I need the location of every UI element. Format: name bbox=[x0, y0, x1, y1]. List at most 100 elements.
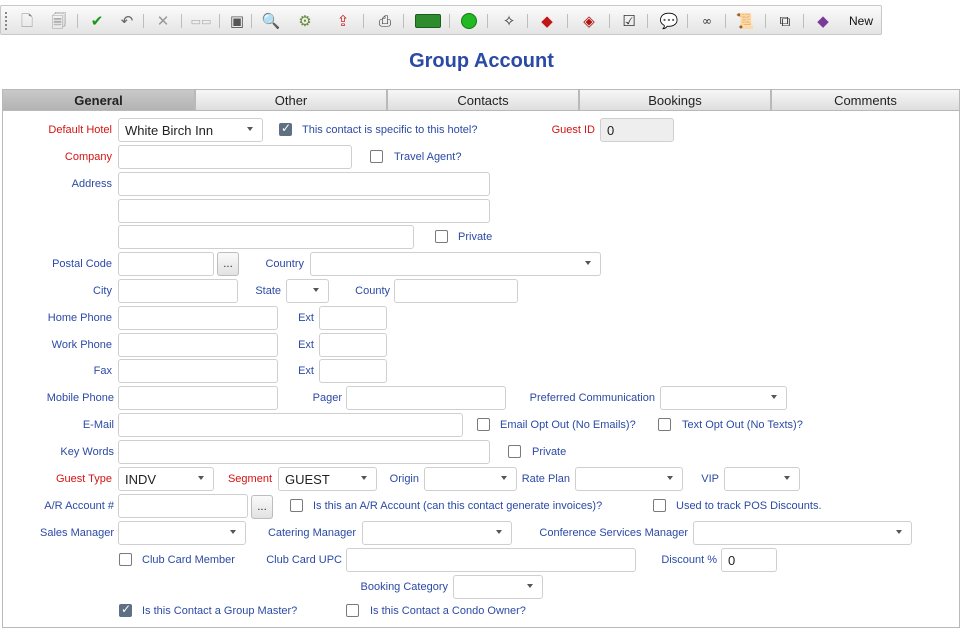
chevron-down-icon bbox=[784, 476, 790, 480]
ar-account-label: A/R Account # bbox=[44, 500, 114, 512]
company-field[interactable] bbox=[118, 145, 352, 169]
county-field[interactable] bbox=[394, 279, 518, 303]
ar-account-field[interactable] bbox=[118, 494, 248, 518]
home-ext-label: Ext bbox=[298, 312, 314, 324]
grip-icon[interactable] bbox=[5, 12, 8, 30]
chevron-down-icon bbox=[247, 127, 253, 131]
booking-category-select[interactable] bbox=[453, 575, 543, 599]
key-words-field[interactable] bbox=[118, 440, 490, 464]
toolbar: 🗋 🗐 ✔ ↶ ✕ ▭▭ ▣ 🔍 ⚙ ⇪ ⎙ ✧ ◆ ◈ ☑ 💬 ∞ 📜 ⧉ ◆… bbox=[0, 5, 882, 35]
address-line-1-field[interactable] bbox=[118, 172, 490, 196]
guest-type-select[interactable]: INDV bbox=[118, 467, 214, 491]
toolbar-separator bbox=[143, 14, 144, 28]
origin-select[interactable] bbox=[424, 467, 517, 491]
tab-bookings[interactable]: Bookings bbox=[579, 89, 771, 111]
money-gear-icon[interactable]: ⚙ bbox=[293, 9, 317, 33]
search-plus-icon[interactable]: 🔍 bbox=[259, 9, 283, 33]
pages-icon[interactable]: ⧉ bbox=[773, 9, 797, 33]
vip-label: VIP bbox=[701, 473, 719, 485]
binoculars-icon[interactable]: ∞ bbox=[695, 9, 719, 33]
copy-doc-icon[interactable]: 🗐 bbox=[47, 9, 71, 33]
chat-bubble-icon[interactable]: 💬 bbox=[657, 9, 681, 33]
new-button[interactable]: New bbox=[843, 9, 879, 33]
city-field[interactable] bbox=[118, 279, 238, 303]
toolbar-separator bbox=[527, 14, 528, 28]
guest-id-field[interactable]: 0 bbox=[600, 118, 674, 142]
home-phone-field[interactable] bbox=[118, 306, 278, 330]
discount-field[interactable]: 0 bbox=[721, 548, 777, 572]
email-field[interactable] bbox=[118, 413, 463, 437]
scroll-icon[interactable]: 📜 bbox=[733, 9, 757, 33]
guest-type-label: Guest Type bbox=[55, 473, 112, 485]
address-label: Address bbox=[71, 178, 112, 190]
discount-label: Discount % bbox=[661, 554, 717, 566]
fax-ext-label: Ext bbox=[298, 365, 314, 377]
tab-contacts[interactable]: Contacts bbox=[387, 89, 579, 111]
undo-icon[interactable]: ↶ bbox=[115, 9, 139, 33]
tab-comments[interactable]: Comments bbox=[771, 89, 960, 111]
book-stack-icon[interactable]: ◈ bbox=[577, 9, 601, 33]
book-icon[interactable]: ◆ bbox=[535, 9, 559, 33]
default-hotel-select[interactable]: White Birch Inn bbox=[118, 118, 263, 142]
travel-agent-checkbox[interactable] bbox=[370, 150, 383, 163]
save-check-icon[interactable]: ✔ bbox=[85, 9, 109, 33]
new-doc-icon[interactable]: 🗋 bbox=[15, 9, 39, 33]
catering-manager-select[interactable] bbox=[362, 521, 512, 545]
club-card-member-checkbox[interactable] bbox=[119, 553, 132, 566]
ar-invoice-checkbox[interactable] bbox=[290, 499, 303, 512]
state-select[interactable] bbox=[286, 279, 329, 303]
toolbar-separator bbox=[219, 14, 220, 28]
preferred-communication-label: Preferred Communication bbox=[529, 392, 655, 404]
postal-lookup-button[interactable]: ... bbox=[217, 252, 239, 276]
wand-icon[interactable]: ✧ bbox=[497, 9, 521, 33]
address-private-checkbox[interactable] bbox=[435, 230, 448, 243]
pager-field[interactable] bbox=[346, 386, 506, 410]
key-words-private-checkbox[interactable] bbox=[508, 445, 521, 458]
home-ext-field[interactable] bbox=[319, 306, 387, 330]
fax-ext-field[interactable] bbox=[319, 359, 387, 383]
export-icon[interactable]: ⇪ bbox=[331, 9, 355, 33]
mobile-phone-field[interactable] bbox=[118, 386, 278, 410]
club-card-upc-field[interactable] bbox=[346, 548, 636, 572]
email-opt-out-checkbox[interactable] bbox=[477, 418, 490, 431]
postal-code-field[interactable] bbox=[118, 252, 214, 276]
preferred-communication-select[interactable] bbox=[660, 386, 787, 410]
country-select[interactable] bbox=[310, 252, 601, 276]
calculator-icon[interactable]: ▣ bbox=[225, 9, 249, 33]
rate-plan-select[interactable] bbox=[575, 467, 683, 491]
fax-field[interactable] bbox=[118, 359, 278, 383]
tag-icon[interactable]: ◆ bbox=[811, 9, 835, 33]
cards-icon[interactable]: ▭▭ bbox=[189, 9, 213, 33]
condo-owner-checkbox[interactable] bbox=[346, 604, 359, 617]
cash-icon[interactable] bbox=[413, 9, 443, 33]
club-card-member-label: Club Card Member bbox=[142, 554, 235, 566]
address-line-2-field[interactable] bbox=[118, 199, 490, 223]
toolbar-separator bbox=[803, 14, 804, 28]
vip-select[interactable] bbox=[724, 467, 800, 491]
pos-discount-checkbox[interactable] bbox=[653, 499, 666, 512]
tab-general[interactable]: General bbox=[2, 89, 195, 111]
sales-manager-select[interactable] bbox=[118, 521, 246, 545]
smiley-icon[interactable] bbox=[457, 9, 481, 33]
ar-invoice-label: Is this an A/R Account (can this contact… bbox=[313, 500, 603, 512]
clipboard-check-icon[interactable]: ☑ bbox=[617, 9, 641, 33]
catering-manager-label: Catering Manager bbox=[267, 527, 356, 539]
work-phone-field[interactable] bbox=[118, 333, 278, 357]
print-report-icon[interactable]: ⎙ bbox=[373, 9, 397, 33]
chevron-down-icon bbox=[527, 584, 533, 588]
text-opt-out-checkbox[interactable] bbox=[658, 418, 671, 431]
chevron-down-icon bbox=[585, 261, 591, 265]
conference-services-manager-select[interactable] bbox=[693, 521, 912, 545]
toolbar-separator bbox=[181, 14, 182, 28]
ar-account-lookup-button[interactable]: ... bbox=[251, 495, 273, 519]
toolbar-separator bbox=[647, 14, 648, 28]
segment-select[interactable]: GUEST bbox=[278, 467, 377, 491]
delete-x-icon[interactable]: ✕ bbox=[151, 9, 175, 33]
tab-other[interactable]: Other bbox=[195, 89, 387, 111]
travel-agent-label: Travel Agent? bbox=[394, 151, 462, 163]
work-ext-field[interactable] bbox=[319, 333, 387, 357]
address-line-3-field[interactable] bbox=[118, 225, 414, 249]
group-master-checkbox[interactable] bbox=[119, 602, 132, 617]
chevron-down-icon bbox=[198, 476, 204, 480]
specific-hotel-checkbox[interactable] bbox=[279, 121, 292, 136]
